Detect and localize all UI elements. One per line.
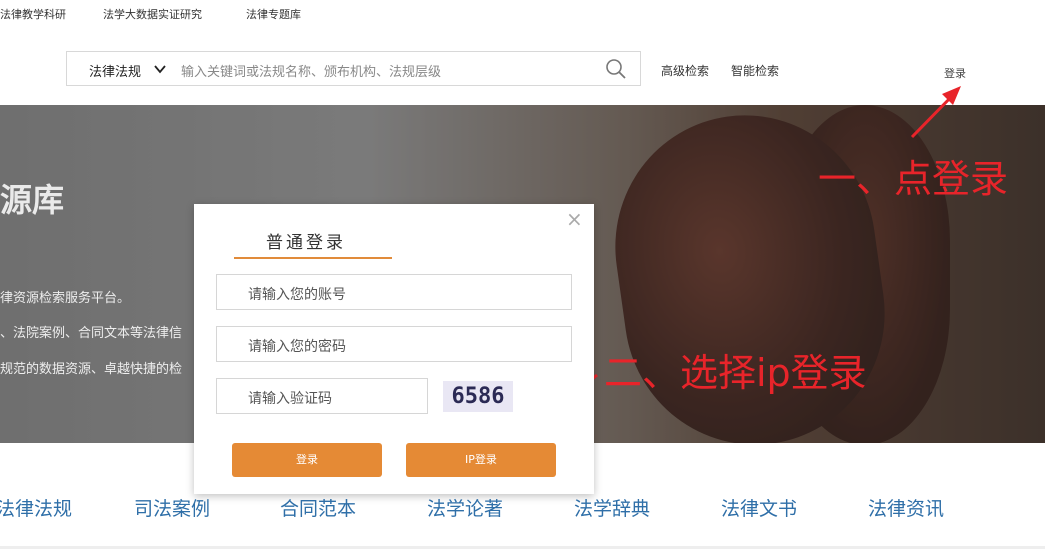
password-placeholder: 请输入您的密码 bbox=[248, 339, 346, 355]
category-dictionary[interactable]: 法学辞典 bbox=[574, 494, 650, 521]
category-contracts[interactable]: 合同范本 bbox=[280, 494, 356, 521]
password-field[interactable]: 请输入您的密码 bbox=[216, 326, 572, 362]
category-news[interactable]: 法律资讯 bbox=[868, 494, 944, 521]
captcha-field[interactable]: 请输入验证码 bbox=[216, 378, 428, 414]
category-documents[interactable]: 法律文书 bbox=[721, 494, 797, 521]
annotation-step1: 一、点登录 bbox=[818, 157, 1009, 201]
account-placeholder: 请输入您的账号 bbox=[248, 287, 346, 303]
category-nav-items: 法律法规 司法案例 合同范本 法学论著 法学辞典 法律文书 法律资讯 bbox=[0, 470, 1045, 551]
category-laws[interactable]: 法律法规 bbox=[0, 494, 72, 521]
close-icon[interactable]: × bbox=[566, 207, 583, 231]
account-field[interactable]: 请输入您的账号 bbox=[216, 274, 572, 310]
arrow-to-login-icon bbox=[910, 86, 961, 139]
login-modal: × 普通登录 请输入您的账号 请输入您的密码 请输入验证码 6586 登录 IP… bbox=[194, 204, 594, 494]
category-cases[interactable]: 司法案例 bbox=[134, 494, 210, 521]
divider bbox=[0, 546, 1045, 549]
captcha-image[interactable]: 6586 bbox=[443, 381, 513, 412]
annotation-step2: 二、选择ip登录 bbox=[604, 351, 867, 395]
tab-normal-login[interactable]: 普通登录 bbox=[266, 228, 346, 253]
captcha-placeholder: 请输入验证码 bbox=[248, 391, 332, 407]
tab-underline bbox=[234, 257, 392, 259]
category-papers[interactable]: 法学论著 bbox=[427, 494, 503, 521]
